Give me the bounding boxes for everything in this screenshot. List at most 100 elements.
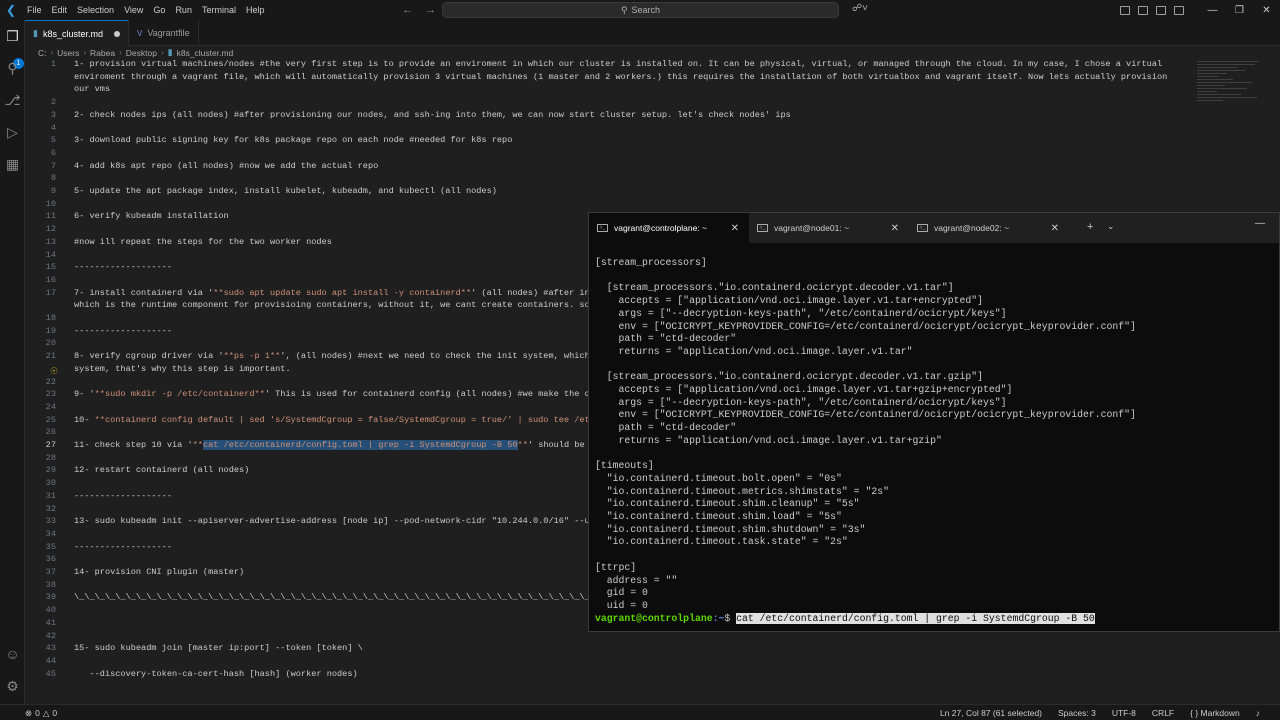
tab-k8s-cluster-md[interactable]: ▮ k8s_cluster.md bbox=[25, 20, 129, 46]
line-number: 36 bbox=[45, 554, 56, 565]
extensions-icon[interactable]: ▦ bbox=[4, 156, 21, 173]
code-segment: 6- verify kubeadm installation bbox=[74, 211, 229, 222]
line-number: 15 bbox=[45, 262, 56, 273]
explorer-icon[interactable]: ❐ bbox=[4, 28, 21, 45]
code-line: 4 bbox=[25, 123, 1193, 136]
minimap-line bbox=[1197, 76, 1219, 77]
unsaved-dot-icon[interactable] bbox=[113, 30, 120, 37]
minimap[interactable] bbox=[1193, 59, 1268, 139]
command-center-label: Search bbox=[631, 5, 661, 15]
menu-help[interactable]: Help bbox=[241, 0, 270, 20]
line-number: 41 bbox=[45, 617, 56, 628]
lightbulb-icon[interactable]: ☉ bbox=[50, 366, 58, 377]
code-segment: ------------------- bbox=[74, 490, 172, 501]
terminal-tab-node01[interactable]: >_ vagrant@node01: ~ ✕ bbox=[749, 213, 909, 243]
command-center-search[interactable]: ⚲ Search bbox=[442, 2, 839, 18]
breadcrumb: C: › Users › Rabea › Desktop › ▮ k8s_cluster… bbox=[38, 46, 233, 59]
menu-file[interactable]: File bbox=[22, 0, 47, 20]
toggle-primary-sidebar-icon[interactable] bbox=[1120, 5, 1130, 15]
source-control-icon[interactable]: ⎇ bbox=[4, 92, 21, 109]
indentation[interactable]: Spaces: 3 bbox=[1058, 708, 1096, 718]
terminal-output[interactable]: [stream_processors] [stream_processors."… bbox=[589, 243, 1280, 633]
terminal-line: [timeouts] bbox=[595, 460, 654, 472]
menu-edit[interactable]: Edit bbox=[47, 0, 73, 20]
close-icon[interactable]: ✕ bbox=[891, 223, 899, 234]
breadcrumb-item[interactable]: Users bbox=[57, 48, 79, 58]
customize-layout-icon[interactable] bbox=[1174, 5, 1184, 15]
code-segment: 10- bbox=[74, 414, 95, 425]
search-icon[interactable]: ⚲ bbox=[4, 60, 21, 77]
terminal-line: returns = "application/vnd.oci.image.lay… bbox=[595, 345, 913, 357]
line-number: 42 bbox=[45, 630, 56, 641]
code-segment: #now ill repeat the steps for the two wo… bbox=[74, 236, 332, 247]
terminal-prompt-line[interactable]: vagrant@controlplane:~$ cat /etc/contain… bbox=[595, 612, 1095, 626]
forward-arrow-icon[interactable]: → bbox=[425, 4, 436, 16]
cursor-position[interactable]: Ln 27, Col 87 (61 selected) bbox=[940, 708, 1042, 718]
code-segment: 5- update the apt package index, install… bbox=[74, 186, 497, 196]
run-debug-icon[interactable]: ▷ bbox=[4, 124, 21, 141]
language-label: Markdown bbox=[1200, 708, 1240, 718]
terminal-tab-controlplane[interactable]: >_ vagrant@controlplane: ~ ✕ bbox=[589, 213, 749, 243]
menu-go[interactable]: Go bbox=[148, 0, 170, 20]
minimap-line bbox=[1197, 94, 1241, 95]
minimize-icon[interactable]: — bbox=[1255, 218, 1265, 229]
line-number: 3 bbox=[50, 109, 56, 120]
line-number: 25 bbox=[45, 414, 56, 425]
terminal-line: args = ["--decryption-keys-path", "/etc/… bbox=[595, 396, 1007, 408]
line-number: 43 bbox=[45, 643, 56, 654]
line-number: 39 bbox=[45, 592, 56, 603]
menu-terminal[interactable]: Terminal bbox=[197, 0, 241, 20]
code-segment: ' This is used for containerd config (al… bbox=[264, 389, 590, 400]
restore-icon[interactable]: ❐ bbox=[1226, 5, 1253, 16]
line-ending[interactable]: CRLF bbox=[1152, 708, 1174, 718]
close-icon[interactable]: ✕ bbox=[1253, 5, 1280, 16]
line-number: 29 bbox=[45, 465, 56, 476]
chevron-right-icon: › bbox=[160, 48, 164, 57]
menu-run[interactable]: Run bbox=[170, 0, 197, 20]
line-number: 11 bbox=[45, 211, 56, 222]
close-icon[interactable]: ✕ bbox=[731, 223, 739, 234]
terminal-tab-node02[interactable]: >_ vagrant@node02: ~ ✕ bbox=[909, 213, 1069, 243]
new-tab-plus-icon[interactable]: + bbox=[1087, 221, 1093, 233]
markdown-file-icon: ▮ bbox=[33, 28, 38, 38]
breadcrumb-item[interactable]: C: bbox=[38, 48, 47, 58]
chevron-down-icon[interactable]: ⌄ bbox=[1107, 221, 1115, 232]
copilot-icon[interactable]: ☍˅ bbox=[852, 3, 868, 14]
minimap-line bbox=[1197, 79, 1233, 80]
line-number: 31 bbox=[45, 490, 56, 501]
breadcrumb-item[interactable]: Rabea bbox=[90, 48, 115, 58]
code-segment: **sudo apt update sudo apt install -y co… bbox=[213, 287, 472, 298]
menu-view[interactable]: View bbox=[119, 0, 148, 20]
line-number: 19 bbox=[45, 325, 56, 336]
prompt-path: :~ bbox=[712, 612, 725, 624]
toggle-secondary-sidebar-icon[interactable] bbox=[1156, 5, 1166, 15]
code-text: 1- provision virtual machines/nodes #the… bbox=[74, 59, 1162, 69]
code-text: which is the runtime component for provi… bbox=[74, 300, 590, 310]
language-mode[interactable]: { } Markdown bbox=[1190, 708, 1240, 718]
tab-vagrantfile[interactable]: V Vagrantfile bbox=[129, 20, 199, 46]
breadcrumb-item[interactable]: k8s_cluster.md bbox=[177, 48, 234, 58]
code-text: 10- **containerd config default | sed 's… bbox=[74, 415, 590, 425]
encoding[interactable]: UTF-8 bbox=[1112, 708, 1136, 718]
terminal-line: env = ["OCICRYPT_KEYPROVIDER_CONFIG=/etc… bbox=[595, 409, 1136, 421]
back-arrow-icon[interactable]: ← bbox=[402, 4, 413, 16]
minimap-line bbox=[1197, 82, 1252, 83]
code-line: enviroment through a vagrant file, which… bbox=[25, 72, 1193, 85]
problems-indicator[interactable]: ⊗ 0 △ 0 bbox=[25, 705, 57, 720]
close-icon[interactable]: ✕ bbox=[1051, 223, 1059, 234]
code-line: 10 bbox=[25, 199, 1193, 212]
line-number: 21 bbox=[45, 351, 56, 362]
minimap-line bbox=[1197, 91, 1217, 92]
code-text: 13- sudo kubeadm init --apiserver-advert… bbox=[74, 516, 590, 526]
toggle-panel-icon[interactable] bbox=[1138, 5, 1148, 15]
code-text: 14- provision CNI plugin (master) bbox=[74, 567, 244, 577]
code-line: our vms bbox=[25, 84, 1193, 97]
settings-gear-icon[interactable]: ⚙ bbox=[4, 678, 21, 695]
account-icon[interactable]: ☺ bbox=[4, 646, 21, 663]
breadcrumb-item[interactable]: Desktop bbox=[126, 48, 157, 58]
terminal-icon: >_ bbox=[757, 224, 768, 232]
code-segment: ', (all nodes) #next we need to check th… bbox=[280, 351, 590, 362]
minimize-icon[interactable]: — bbox=[1199, 5, 1226, 16]
menu-selection[interactable]: Selection bbox=[72, 0, 119, 20]
notifications-bell-icon[interactable]: ♪ bbox=[1256, 708, 1260, 718]
